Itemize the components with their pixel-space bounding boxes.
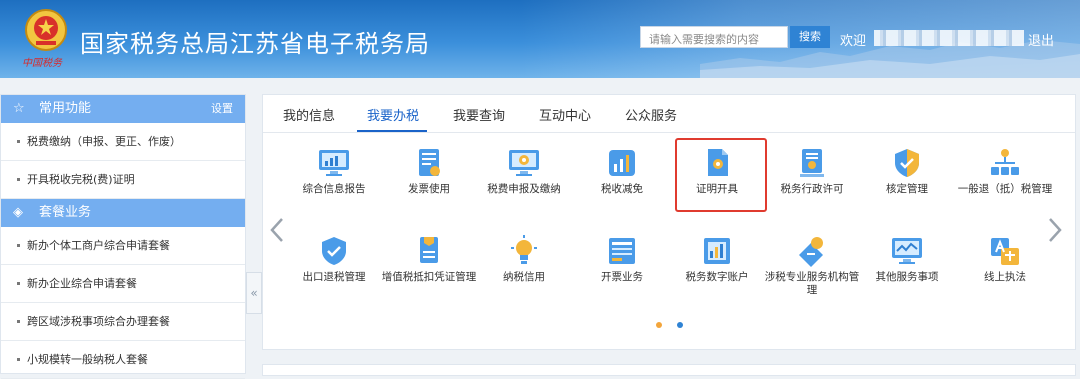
tab-my-info[interactable]: 我的信息 [283, 105, 335, 124]
service-vat-deduction[interactable]: 增值税抵扣凭证管理 [381, 235, 477, 284]
certificate-icon [800, 149, 824, 177]
sidebar-section-title: 常用功能 [39, 101, 92, 116]
sidebar-item-label: 跨区域涉税事项综合办理套餐 [27, 315, 170, 328]
service-general-refund[interactable]: 一般退（抵）税管理 [957, 147, 1053, 196]
bullet-icon [17, 320, 20, 323]
monitor-line-icon [892, 238, 922, 264]
active-tab-indicator [357, 130, 427, 132]
bullet-icon [17, 140, 20, 143]
service-label: 其他服务事项 [875, 271, 939, 283]
service-label: 增值税抵扣凭证管理 [381, 271, 477, 283]
translate-icon [991, 238, 1019, 265]
document-tag-icon [420, 237, 438, 263]
org-tree-icon [991, 149, 1019, 175]
service-label: 税收减免 [601, 183, 643, 195]
bullet-icon [17, 244, 20, 247]
sidebar-item-package[interactable]: 新办个体工商户综合申请套餐 [1, 227, 245, 265]
sidebar-item-tax-certificate[interactable]: 开具税收完税(费)证明 [1, 161, 245, 199]
service-label: 涉税专业服务机构管理 [764, 271, 860, 296]
sidebar-collapse-button[interactable]: « [246, 272, 262, 314]
sidebar-item-package[interactable]: 小规模转一般纳税人套餐 [1, 341, 245, 379]
service-label: 税务行政许可 [780, 183, 844, 195]
service-label: 出口退税管理 [302, 271, 366, 283]
badge-tag-icon [799, 237, 823, 267]
service-export-refund[interactable]: 出口退税管理 [286, 235, 382, 284]
service-administrative-license[interactable]: 税务行政许可 [764, 147, 860, 196]
sidebar-item-label: 新办个体工商户综合申请套餐 [27, 239, 170, 252]
service-assessment-management[interactable]: 核定管理 [859, 147, 955, 196]
sidebar-section-title: 套餐业务 [39, 205, 92, 220]
sidebar-item-label: 开具税收完税(费)证明 [27, 173, 135, 186]
service-label: 发票使用 [408, 183, 450, 195]
monitor-gear-icon [509, 150, 539, 176]
sidebar: ☆ 常用功能 设置 税费缴纳（申报、更正、作废） 开具税收完税(费)证明 ◈ 套… [0, 94, 246, 379]
ledger-icon [704, 238, 730, 264]
bullet-icon [17, 358, 20, 361]
sidebar-section-packages: ◈ 套餐业务 [1, 199, 245, 227]
service-comprehensive-report[interactable]: 综合信息报告 [286, 147, 382, 196]
sidebar-item-package[interactable]: 新办企业综合申请套餐 [1, 265, 245, 303]
service-digital-account[interactable]: 税务数字账户 [669, 235, 765, 284]
monitor-chart-icon [319, 150, 349, 176]
settings-link[interactable]: 设置 [211, 95, 233, 123]
bullet-icon [17, 178, 20, 181]
star-icon: ☆ [13, 101, 25, 116]
sidebar-item-label: 小规模转一般纳税人套餐 [27, 353, 148, 366]
invoice-icon [419, 149, 440, 176]
tax-emblem-icon [25, 9, 67, 51]
service-tax-declare-pay[interactable]: 税费申报及缴纳 [476, 147, 572, 196]
service-label: 一般退（抵）税管理 [957, 183, 1053, 195]
sidebar-item-label: 税费缴纳（申报、更正、作废） [27, 135, 181, 148]
sidebar-item-label: 新办企业综合申请套餐 [27, 277, 137, 290]
search-button[interactable]: 搜索 [790, 26, 830, 48]
service-online-enforcement[interactable]: 线上执法 [957, 235, 1053, 284]
shield-check-icon [895, 149, 919, 177]
header-signature: 中国税务 [22, 58, 62, 69]
tab-divider [263, 132, 1075, 133]
tab-do-tax[interactable]: 我要办税 [367, 105, 419, 124]
tab-interaction[interactable]: 互动中心 [539, 105, 591, 124]
form-icon [609, 238, 635, 264]
page-title: 国家税务总局江苏省电子税务局 [80, 31, 430, 58]
service-tax-credit[interactable]: 纳税信用 [476, 235, 572, 284]
service-invoice-use[interactable]: 发票使用 [381, 147, 477, 196]
service-other-matters[interactable]: 其他服务事项 [859, 235, 955, 284]
bar-chart-icon [609, 150, 635, 176]
welcome-text: 欢迎 [840, 34, 867, 49]
highlight-box [675, 138, 767, 212]
sidebar-item-tax-payment[interactable]: 税费缴纳（申报、更正、作废） [1, 123, 245, 161]
search-input[interactable]: 请输入需要搜索的内容 [640, 26, 788, 48]
service-label: 税费申报及缴纳 [487, 183, 561, 195]
prev-arrow-icon[interactable] [269, 217, 285, 243]
shield-check-icon [322, 237, 346, 265]
page-dot-1[interactable] [656, 322, 662, 328]
service-label: 税务数字账户 [685, 271, 749, 283]
page-dot-2[interactable] [677, 322, 683, 328]
sidebar-section-common: ☆ 常用功能 设置 [1, 95, 245, 123]
secondary-panel [262, 364, 1076, 376]
lightbulb-icon [511, 235, 537, 264]
tab-query[interactable]: 我要查询 [453, 105, 505, 124]
bullet-icon [17, 282, 20, 285]
logout-link[interactable]: 退出 [1028, 30, 1054, 49]
service-label: 线上执法 [984, 271, 1026, 283]
site-header: 中国税务 国家税务总局江苏省电子税务局 请输入需要搜索的内容 搜索 欢迎 退出 [0, 0, 1080, 78]
username-redacted [874, 30, 1024, 46]
service-label: 开票业务 [601, 271, 643, 283]
service-tax-relief[interactable]: 税收减免 [574, 147, 670, 196]
service-professional-agency[interactable]: 涉税专业服务机构管理 [764, 235, 860, 297]
package-icon: ◈ [13, 205, 23, 220]
service-invoicing[interactable]: 开票业务 [574, 235, 670, 284]
service-label: 综合信息报告 [302, 183, 366, 195]
tab-public-service[interactable]: 公众服务 [625, 105, 677, 124]
sidebar-item-package[interactable]: 跨区域涉税事项综合办理套餐 [1, 303, 245, 341]
service-label: 纳税信用 [503, 271, 545, 283]
service-label: 核定管理 [886, 183, 928, 195]
main-panel: 我的信息 我要办税 我要查询 互动中心 公众服务 综合信息报告 发票使用 税费申… [262, 94, 1076, 350]
